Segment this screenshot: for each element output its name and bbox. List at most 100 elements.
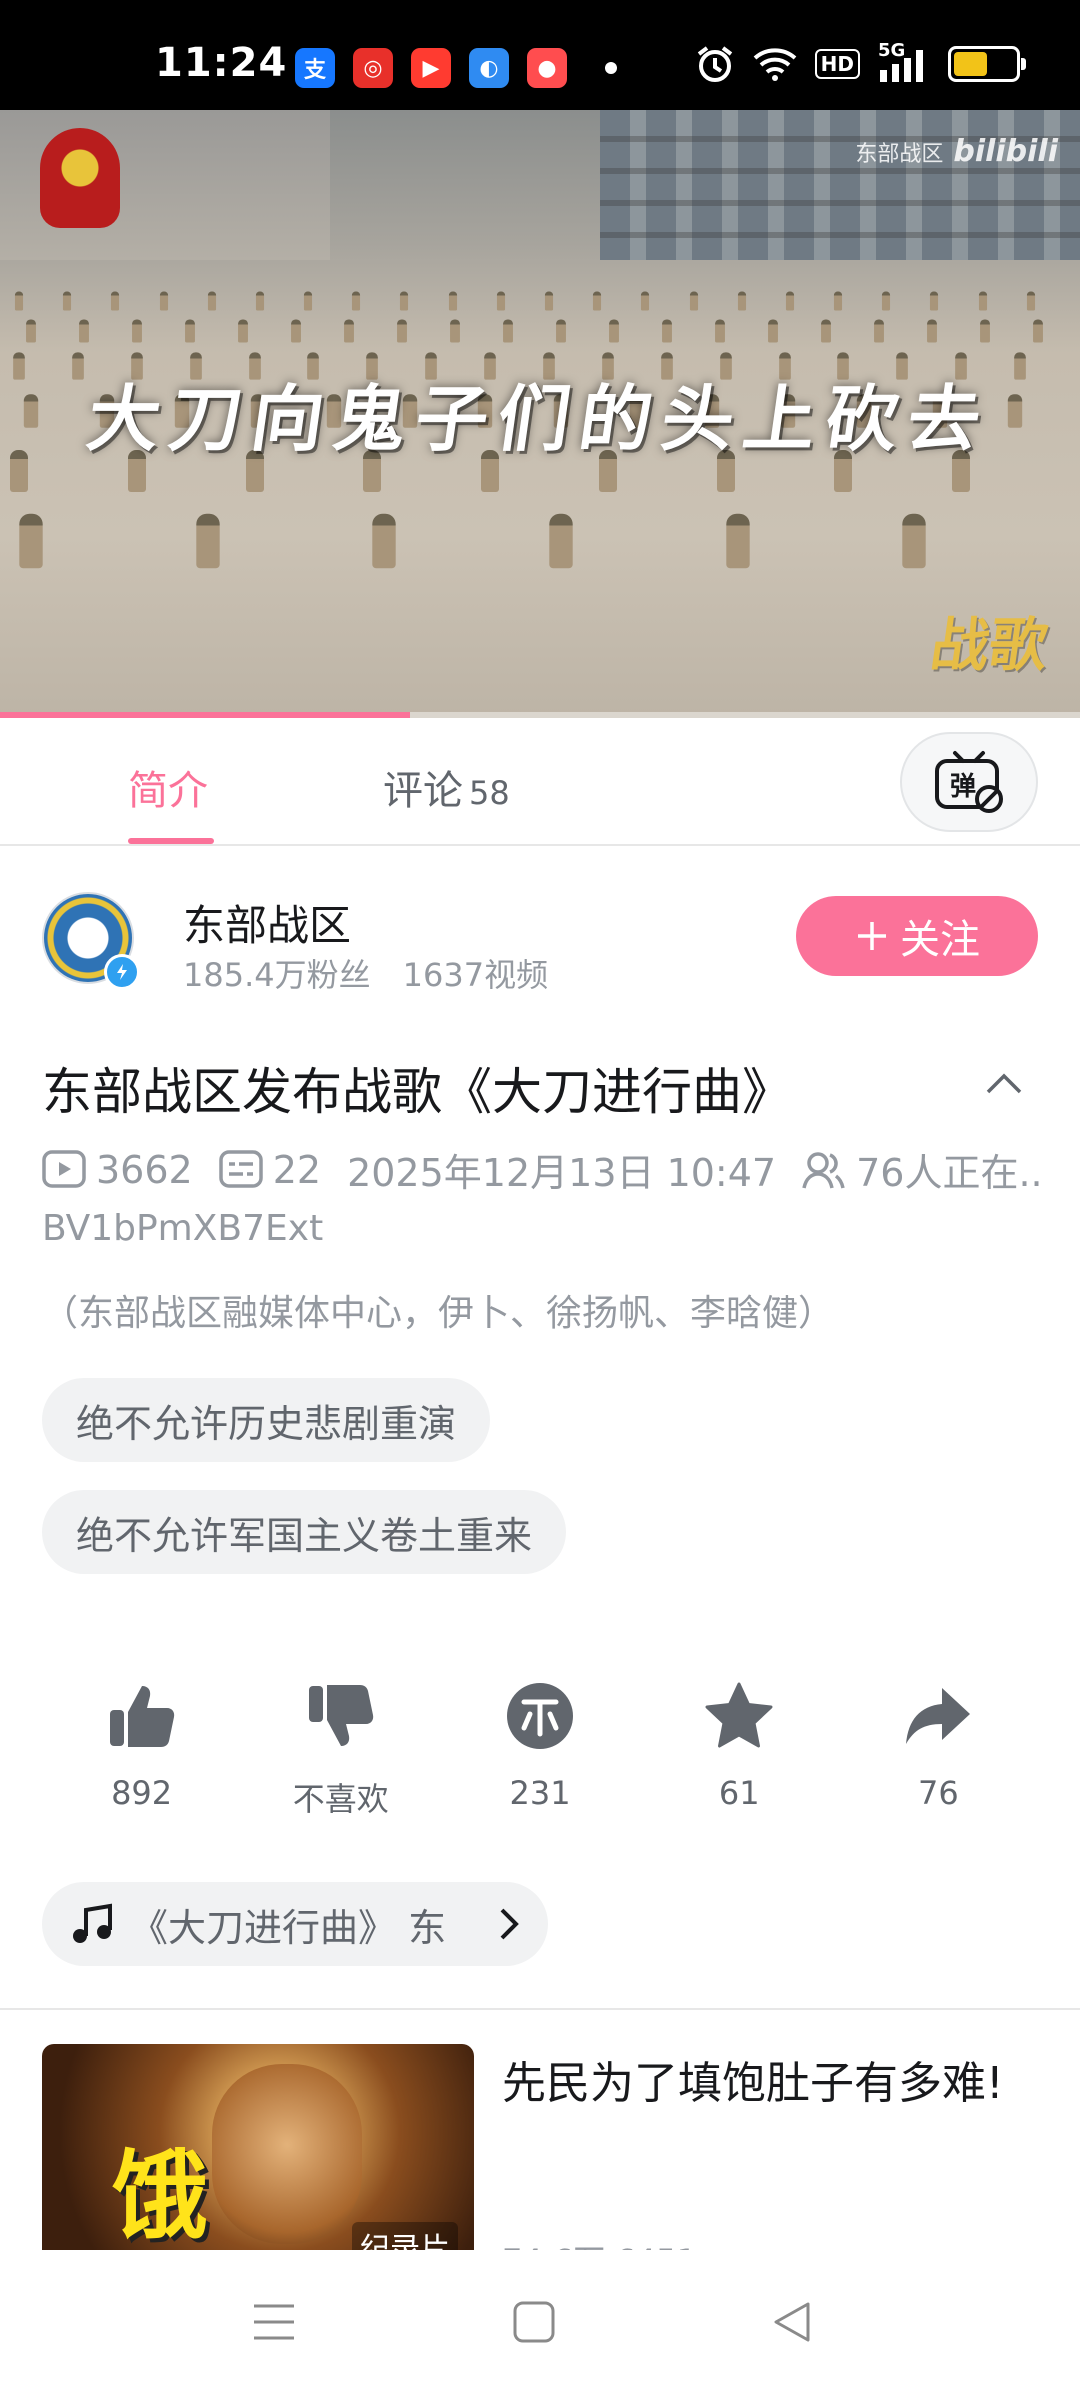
publish-date: 2025年12月13日 10:47 — [347, 1151, 777, 1195]
soldier-figure — [715, 319, 725, 343]
coin-count: 231 — [509, 1774, 571, 1812]
soldier-figure — [609, 319, 619, 343]
app-icon: ◎ — [353, 48, 393, 88]
tab-comments-label: 评论 — [383, 768, 463, 814]
music-note-icon — [73, 1903, 112, 1943]
alipay-icon: 支 — [295, 48, 335, 88]
menu-icon[interactable] — [252, 2300, 296, 2344]
detail-tabs: 简介 评论 58 弹 — [0, 718, 1080, 846]
share-count: 76 — [918, 1774, 959, 1812]
soldier-figure — [1026, 291, 1035, 311]
app-icon: ● — [527, 48, 567, 88]
more-notifications-dot — [605, 62, 617, 74]
soldier-figure — [159, 291, 168, 311]
watching-count: 76人正在.. — [856, 1151, 1043, 1195]
favorite-count: 61 — [718, 1774, 760, 1812]
soldier-figure — [980, 319, 990, 343]
uploader-videos: 1637视频 — [402, 956, 549, 994]
music-title: 《大刀进行曲》 东 — [130, 1905, 447, 1950]
section-divider — [0, 2008, 1080, 2010]
soldier-figure — [291, 319, 301, 343]
coin-button[interactable]: 231 — [440, 1680, 639, 1830]
collapse-chevron-icon[interactable] — [984, 1064, 1024, 1104]
soldier-figure — [834, 291, 843, 311]
follow-button[interactable]: 关注 — [796, 896, 1038, 976]
notification-icons: 支 ◎ ▶ ◐ ● — [295, 48, 567, 88]
soldier-figure — [874, 319, 884, 343]
danmaku-toggle-button[interactable]: 弹 — [900, 732, 1038, 832]
plus-icon — [858, 922, 886, 950]
soldier-figure — [927, 319, 937, 343]
like-button[interactable]: 892 — [42, 1680, 241, 1830]
video-corner-title: 战歌 — [926, 611, 1053, 679]
view-count: 3662 — [96, 1147, 193, 1192]
soldier-figure — [496, 291, 505, 311]
recommended-video-card[interactable]: 饿 纪录片 先民为了填饱肚子有多难! 74.6万 6451 — [42, 2044, 1038, 2250]
soldier-figure — [450, 319, 460, 343]
soldier-figure — [344, 319, 354, 343]
play-count-icon — [42, 1149, 86, 1188]
soldier-figure — [111, 291, 120, 311]
browser-icon: ◐ — [469, 48, 509, 88]
tab-intro[interactable]: 简介 — [128, 758, 208, 816]
share-button[interactable]: 76 — [839, 1680, 1038, 1830]
follow-label: 关注 — [900, 917, 980, 963]
soldier-figure — [304, 291, 313, 311]
danmaku-glyph: 弹 — [950, 772, 976, 802]
thumbs-up-icon — [109, 1686, 174, 1747]
video-player[interactable]: 东部战区 bilibili 大刀向鬼子们的头上砍去 战歌 — [0, 110, 1080, 718]
alarm-icon — [695, 44, 735, 84]
signal-5g-icon: 5G — [878, 40, 930, 84]
soldier-figure — [63, 291, 72, 311]
soldier-figure — [549, 513, 573, 569]
watching-people-icon — [802, 1151, 845, 1188]
soldier-figure — [132, 319, 142, 343]
danmaku-count-icon — [218, 1149, 263, 1188]
thumbnail-text: 饿 — [112, 2140, 208, 2250]
like-count: 892 — [111, 1774, 173, 1812]
music-chip[interactable]: 《大刀进行曲》 东 — [42, 1882, 548, 1966]
danmaku-off-icon: 弹 — [935, 751, 1003, 813]
watermark-brand: bilibili — [953, 134, 1058, 169]
uploader-name[interactable]: 东部战区 — [183, 892, 351, 953]
chevron-right-icon — [500, 1908, 519, 1940]
back-icon[interactable] — [770, 2300, 814, 2344]
soldier-figure — [662, 319, 672, 343]
soldier-figure — [352, 291, 361, 311]
tab-comments[interactable]: 评论 58 — [383, 758, 510, 816]
soldier-figure — [195, 513, 220, 569]
soldier-figure — [372, 513, 397, 569]
home-icon[interactable] — [512, 2300, 556, 2344]
comments-count: 58 — [469, 774, 510, 812]
thumbs-down-icon — [308, 1685, 373, 1746]
soldier-figure — [641, 291, 650, 311]
recommended-video-title: 先民为了填饱肚子有多难! — [502, 2058, 1004, 2109]
soldier-figure — [397, 319, 407, 343]
video-subtitle: 大刀向鬼子们的头上砍去 — [82, 376, 997, 461]
military-emblem-logo — [40, 128, 120, 228]
soldier-figure — [1033, 319, 1043, 343]
soldier-figure — [503, 319, 513, 343]
hd-icon: HD — [814, 49, 860, 79]
soldier-figure — [556, 319, 566, 343]
dislike-button[interactable]: 不喜欢 — [241, 1680, 440, 1830]
tag-chip[interactable]: 绝不允许军国主义卷土重来 — [42, 1490, 567, 1574]
coin-icon — [507, 1683, 573, 1749]
soldier-figure — [19, 513, 43, 569]
soldier-figure — [978, 291, 987, 311]
share-arrow-icon — [906, 1688, 971, 1744]
video-frame-building — [600, 110, 1080, 260]
system-navigation-bar — [0, 2250, 1080, 2400]
recommended-video-thumbnail: 饿 纪录片 — [42, 2044, 474, 2250]
watermark-channel: 东部战区 — [855, 142, 944, 167]
tag-chip[interactable]: 绝不允许历史悲剧重演 — [42, 1378, 491, 1462]
soldier-figure — [821, 319, 831, 343]
soldier-figure — [785, 291, 794, 311]
soldier-figure — [902, 513, 927, 569]
soldier-figure — [448, 291, 457, 311]
soldier-figure — [207, 291, 216, 311]
soldier-figure — [882, 291, 891, 311]
bvid[interactable]: BV1bPmXB7Ext — [42, 1208, 323, 1249]
favorite-button[interactable]: 61 — [640, 1680, 839, 1830]
soldier-figure — [400, 291, 409, 311]
